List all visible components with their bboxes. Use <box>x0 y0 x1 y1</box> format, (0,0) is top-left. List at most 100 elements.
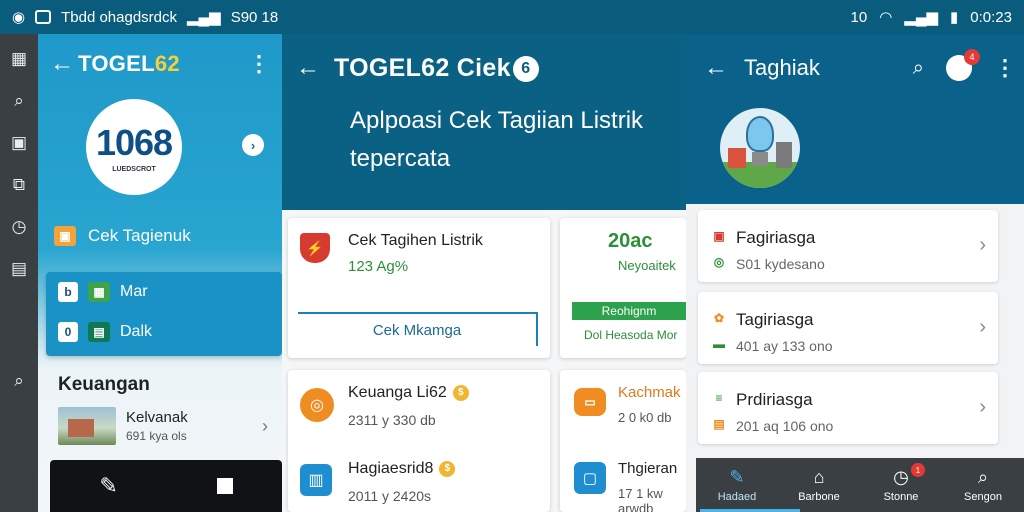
back-arrow-icon[interactable]: ← <box>296 54 324 82</box>
quick-menu-item[interactable]: 0 ▤ Dalk <box>58 322 152 342</box>
bill-row[interactable]: ✿ ▬ Tagiriasga 401 ay 133 ono › <box>698 292 998 364</box>
panel-home: ← TOGEL62 ⋮ 1068 LUEDSCROT › ▣ Cek Tagie… <box>38 34 282 512</box>
chevron-right-icon: › <box>979 396 986 418</box>
app-status-icon: ◉ <box>12 9 26 26</box>
bill-row[interactable]: ▣ ◎ Fagiriasga S01 kydesano › <box>698 210 998 282</box>
search-icon[interactable]: ⌕ <box>8 90 30 112</box>
house-thumbnail <box>58 407 116 445</box>
bill-icon: ▣ <box>54 226 76 246</box>
logo-number: 1068 <box>95 121 173 163</box>
chart-icon: ▦ <box>88 282 110 302</box>
app-bar: ← TOGEL62 Ciek 6 <box>296 48 539 88</box>
status-signal-text: S90 18 <box>230 8 279 26</box>
apps-icon[interactable]: ▤ <box>8 258 30 280</box>
status-badge: 10 <box>850 8 868 26</box>
bill-row[interactable]: ≡ ▤ Prdiriasga 201 aq 106 ono › <box>698 372 998 444</box>
pen-icon: ✎ <box>729 467 745 487</box>
card-footnote: Dol Heasoda Mor <box>584 328 678 342</box>
back-arrow-icon[interactable]: ← <box>50 50 78 78</box>
bill-check-card[interactable]: ⚡ Cek Tagihen Listrik 123 Ag% Cek Mkamga <box>288 218 550 358</box>
nav-item-sengon[interactable]: ⌕ Sengon <box>945 467 1021 503</box>
headline: Aplpoasi Cek Tagiian Listrik tepercata <box>350 107 644 172</box>
card-item-subtitle: 2311 y 330 db <box>348 412 436 428</box>
lightbulb-illustration <box>720 108 800 188</box>
nav-item-stonne[interactable]: ◷ 1 Stonne <box>863 463 939 503</box>
menu-item-label: Cek Tagienuk <box>88 226 191 245</box>
logo-subtitle: LUEDSCROT <box>112 165 156 173</box>
bill-row-title: Fagiriasga <box>736 228 816 247</box>
bill-row-title: Tagiriasga <box>736 310 814 329</box>
card-item-subtitle: 17 1 kw arwdb <box>618 486 663 512</box>
quick-menu-badge: 0 <box>58 322 78 342</box>
history-card[interactable]: ▭ Kachmak 2 0 k0 db ▢ Thgieran 17 1 kw a… <box>560 370 686 512</box>
signal-icon: ▂▄▆ <box>187 9 221 26</box>
search-icon[interactable]: ⌕ <box>913 57 924 80</box>
app-title: TOGEL62 <box>78 51 180 76</box>
card-item-subtitle: 2011 y 2420s <box>348 488 432 504</box>
chevron-right-icon: › <box>979 234 986 256</box>
cell-signal-icon: ▂▄▆ <box>904 9 939 26</box>
status-left-text: Tbdd ohagdsrdck <box>61 8 177 26</box>
check-button[interactable]: Cek Mkamga <box>298 312 538 346</box>
notification-icon <box>35 10 52 24</box>
quick-menu-item[interactable]: b ▦ Mar <box>58 282 148 302</box>
stop-icon[interactable] <box>216 478 233 494</box>
app-bar: ← Taghiak ⌕ 4 ⋮ <box>704 48 1016 88</box>
brush-icon[interactable]: ✎ <box>99 473 117 499</box>
wallet-icon: ▭ <box>574 388 606 416</box>
bill-row-subtitle: 401 ay 133 ono <box>736 338 833 354</box>
nav-item-barbone[interactable]: ⌂ Barbone <box>781 467 857 503</box>
back-arrow-icon[interactable]: ← <box>704 54 732 82</box>
bill-type-icon: ▣ <box>713 229 725 243</box>
search-icon[interactable]: ⌕ <box>8 370 30 392</box>
quick-menu-label: Dalk <box>120 323 153 340</box>
card-item-title: Hagiaesrid8 $ <box>348 460 456 478</box>
clock-icon[interactable]: ◷ <box>8 216 30 238</box>
nav-item-hadaed[interactable]: ✎ Hadaed <box>699 467 775 503</box>
app-screen: ◉ Tbdd ohagdsrdck ▂▄▆ S90 18 10 ◠ ▂▄▆ ▮ … <box>0 0 1024 512</box>
notification-button[interactable]: 4 <box>946 49 980 81</box>
logo: 1068 LUEDSCROT <box>86 99 182 195</box>
nav-badge: 1 <box>911 463 925 477</box>
grid-icon[interactable]: ▦ <box>8 48 30 70</box>
chevron-right-icon: › <box>262 415 268 436</box>
bottom-navigation: ✎ Hadaed ⌂ Barbone ◷ 1 Stonne ⌕ Sengon <box>696 458 1024 512</box>
nav-label: Stonne <box>883 491 919 503</box>
chevron-right-icon[interactable]: › <box>242 134 264 156</box>
battery-icon: ▮ <box>950 9 959 26</box>
external-icon[interactable]: ⧉ <box>8 174 30 196</box>
panel-bills: ← Taghiak ⌕ 4 ⋮ ▣ ◎ Fagiriasga S01 kydes… <box>686 34 1024 512</box>
list-item-subtitle: 691 kya ols <box>126 429 187 443</box>
more-menu-icon[interactable]: ⋮ <box>994 57 1016 79</box>
status-bar-label: Reohignm <box>572 302 686 320</box>
card-value: 123 Ag% <box>348 258 409 275</box>
card-item-subtitle: 2 0 k0 db <box>618 410 672 425</box>
image-icon[interactable]: ▣ <box>8 132 30 154</box>
quick-menu-label: Mar <box>120 283 148 300</box>
bill-row-title: Prdiriasga <box>736 390 813 409</box>
summary-card[interactable]: 20ac Neyoaitek Reohignm Dol Heasoda Mor <box>560 218 686 358</box>
nav-label: Sengon <box>964 491 1002 503</box>
settings-icon: ✿ <box>713 311 725 325</box>
bill-row-subtitle: S01 kydesano <box>736 256 825 272</box>
card-subtitle: Neyoaitek <box>618 258 676 273</box>
finance-card[interactable]: ◎ Keuanga Li62 $ 2311 y 330 db ▥ Hagiaesr… <box>288 370 550 512</box>
card-item-title: Kachmak <box>618 384 681 401</box>
menu-item-cek-tagihan[interactable]: ▣ Cek Tagienuk <box>54 226 191 246</box>
quick-menu-badge: b <box>58 282 78 302</box>
document-icon: ▤ <box>88 322 110 342</box>
building-icon: ▥ <box>300 464 332 496</box>
card-big-value: 20ac <box>608 230 653 252</box>
nav-label: Barbone <box>798 491 840 503</box>
list-item[interactable]: Kelvanak 691 kya ols › <box>58 406 268 446</box>
card-item-title: Thgieran <box>618 460 678 477</box>
card-item-title: Keuanga Li62 $ <box>348 384 469 402</box>
card-title: Cek Tagihen Listrik <box>348 232 483 249</box>
leaf-icon: ◎ <box>713 255 725 269</box>
list-item-title: Kelvanak <box>126 409 188 426</box>
menu-lines-icon: ≡ <box>715 391 723 405</box>
chevron-right-icon: › <box>979 316 986 338</box>
coin-badge-icon: $ <box>452 384 469 401</box>
more-menu-icon[interactable]: ⋮ <box>248 53 270 75</box>
note-icon: ▤ <box>713 417 725 431</box>
